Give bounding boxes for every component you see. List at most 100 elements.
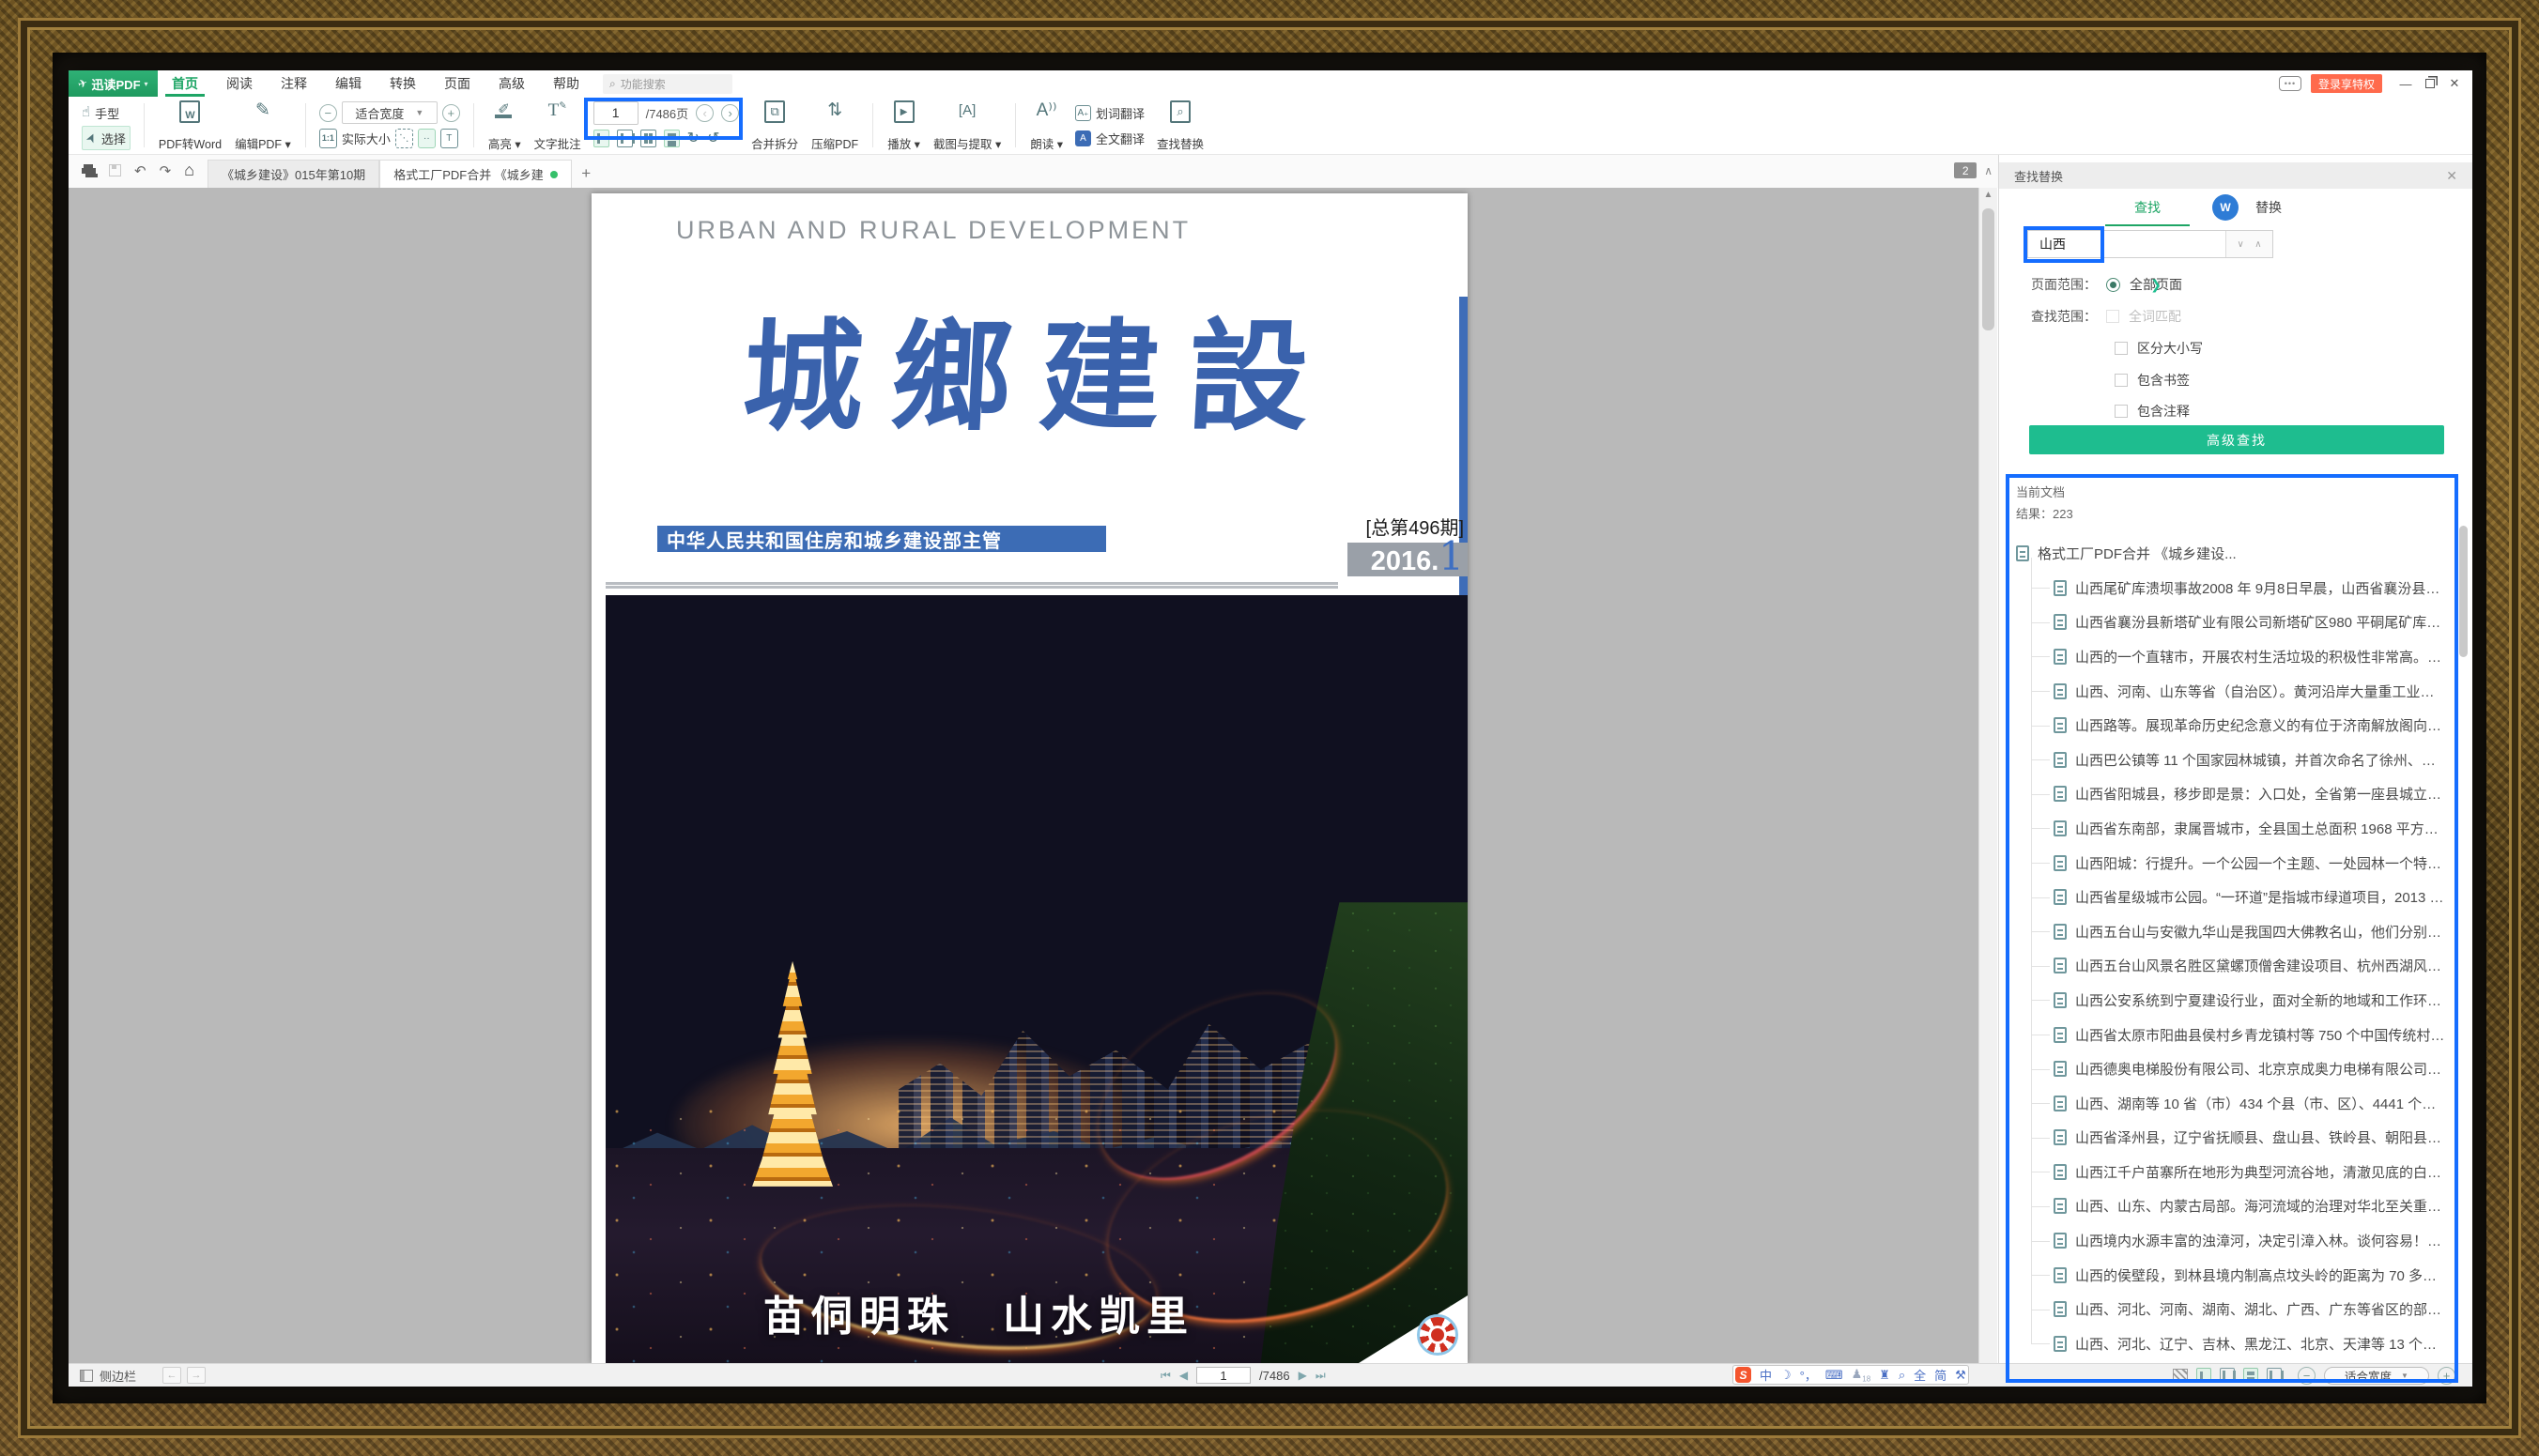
result-item[interactable]: 山西尾矿库溃坝事故2008 年 9月8日早晨，山西省襄汾县新塔矿业有限公...: [2054, 571, 2446, 605]
pdf-to-word-button[interactable]: W PDF转Word: [152, 100, 228, 151]
prev-page-button-status[interactable]: ◀: [1179, 1369, 1188, 1382]
rotate-left-icon[interactable]: ↺: [707, 129, 719, 147]
result-item[interactable]: 山西、湖南等 10 省（市）434 个县（市、区）、4441 个乡（镇）、46.…: [2054, 1086, 2446, 1121]
results-scrollbar-thumb[interactable]: [2459, 526, 2468, 657]
search-next-history-icon[interactable]: ∧: [2254, 239, 2261, 250]
tab-pages[interactable]: 页面: [430, 70, 485, 97]
sidebar-toggle[interactable]: 侧边栏: [80, 1364, 136, 1387]
result-item[interactable]: 山西省太原市阳曲县侯村乡青龙镇村等 750 个中国传统村落列入 2016 ...: [2054, 1018, 2446, 1052]
facing-continuous-view-icon-status[interactable]: [2267, 1368, 2282, 1383]
include-bookmarks-checkbox[interactable]: [2115, 374, 2128, 387]
text-annotation-button[interactable]: T✎ 文字批注: [528, 100, 588, 151]
tab-advanced[interactable]: 高级: [485, 70, 539, 97]
ime-fullwidth-toggle[interactable]: 全: [1914, 1366, 1926, 1384]
ime-moon-icon[interactable]: ☽: [1780, 1368, 1792, 1383]
result-item[interactable]: 山西省阳城县，移步即是景：入口处，全省第一座县城立交桥拔地而起...: [2054, 777, 2446, 812]
new-tab-button[interactable]: +: [572, 164, 600, 188]
home-icon[interactable]: ⌂: [184, 161, 194, 180]
minimize-button[interactable]: —: [2393, 72, 2418, 95]
ime-tools-icon[interactable]: ⚒: [1955, 1368, 1966, 1383]
whole-word-checkbox[interactable]: [2106, 310, 2119, 323]
continuous-scroll-view-icon[interactable]: [664, 130, 680, 147]
last-page-button[interactable]: ⏭: [1316, 1369, 1326, 1383]
hand-tool-button[interactable]: ☝ 手型: [82, 100, 131, 125]
result-item[interactable]: 山西、河南、山东等省（自治区）。黄河沿岸大量重工业项目向河流排放...: [2054, 674, 2446, 709]
login-button[interactable]: 登录享特权: [2311, 74, 2382, 93]
single-page-view-icon[interactable]: [593, 130, 609, 147]
result-item[interactable]: 山西五台山风景名胜区黛螺顶僧舍建设项目、杭州西湖风景名胜区净慈寺...: [2054, 949, 2446, 984]
pdf-to-word-promo-icon[interactable]: W: [2212, 194, 2239, 221]
result-item[interactable]: 山西德奥电梯股份有限公司、北京京成奥力电梯有限公司、唐山金维电梯...: [2054, 1051, 2446, 1086]
actual-size-icon[interactable]: 1:1: [319, 129, 337, 148]
restore-button[interactable]: [2418, 72, 2442, 95]
ime-keyboard-icon[interactable]: ⌨: [1825, 1368, 1843, 1383]
zoom-in-button[interactable]: +: [442, 104, 460, 122]
doc-tab-2[interactable]: 格式工厂PDF合并 《城乡建设...: [379, 160, 572, 188]
ime-search-icon[interactable]: ⌕: [1899, 1368, 1905, 1383]
ime-toolbar[interactable]: S 中 ☽ °， ⌨ ♟18 ♜ ⌕ 全 简 ⚒: [1732, 1365, 1969, 1385]
result-item[interactable]: 山西江千户苗寨所在地形为典型河流谷地，清澈见底的白水河穿寨而过，...: [2054, 1155, 2446, 1189]
result-item[interactable]: 山西阳城：行提升。一个公园一个主题、一处园林一个特色，不断提高公...: [2054, 846, 2446, 881]
advanced-search-button[interactable]: 高级查找: [2029, 425, 2444, 454]
result-item[interactable]: 山西的一个直辖市，开展农村生活垃圾的积极性非常高。提出五年要完成...: [2054, 639, 2446, 674]
zoom-out-button[interactable]: −: [319, 104, 337, 122]
continuous-view-icon-status[interactable]: [2243, 1368, 2258, 1383]
fulltext-translate-button[interactable]: A 全文翻译: [1075, 126, 1145, 150]
panel-tab-find[interactable]: 查找: [2105, 189, 2190, 226]
result-item[interactable]: 山西路等。展现革命历史纪念意义的有位于济南解放阁向东的解放路。还...: [2054, 708, 2446, 743]
collapse-ribbon-button[interactable]: ∧: [1984, 164, 1993, 177]
zoom-level-dropdown-status[interactable]: 适合宽度 ▼: [2324, 1367, 2429, 1385]
grid-view-icon[interactable]: [640, 130, 656, 147]
viewer-scrollbar[interactable]: ▲: [1978, 188, 1997, 1363]
rotate-right-icon[interactable]: ↻: [687, 129, 700, 147]
compress-pdf-button[interactable]: ⇅ 压缩PDF: [805, 100, 865, 151]
search-prev-history-icon[interactable]: ∨: [2237, 239, 2243, 250]
word-translate-button[interactable]: A₊ 划词翻译: [1075, 100, 1145, 125]
status-page-input[interactable]: [1196, 1367, 1251, 1384]
play-button[interactable]: ▶ 播放 ▾: [881, 100, 927, 151]
zoom-out-button-status[interactable]: −: [2298, 1367, 2316, 1385]
case-sensitive-checkbox[interactable]: [2115, 342, 2128, 355]
undo-icon[interactable]: ↶: [134, 162, 146, 179]
save-icon[interactable]: [109, 164, 121, 176]
prev-page-button[interactable]: ‹: [696, 104, 714, 122]
ime-person-icon[interactable]: ♟18: [1852, 1367, 1871, 1384]
facing-pages-view-icon[interactable]: [617, 130, 633, 147]
result-tree-root[interactable]: 格式工厂PDF合并 《城乡建设...: [2016, 536, 2446, 571]
result-item[interactable]: 山西公安系统到宁夏建设行业，面对全新的地域和工作环境，尤其是面对...: [2054, 983, 2446, 1018]
next-page-button[interactable]: ›: [721, 104, 739, 122]
zoom-level-dropdown[interactable]: 适合宽度 ▼: [342, 101, 438, 124]
result-item[interactable]: 山西五台山与安徽九华山是我国四大佛教名山，他们分别是普贤菩萨、观...: [2054, 914, 2446, 949]
scroll-up-arrow[interactable]: ▲: [1979, 190, 1997, 200]
merge-split-button[interactable]: ⧉ 合并拆分: [745, 100, 805, 151]
page-range-chevron-icon[interactable]: ❯: [2150, 277, 2162, 293]
ime-skin-icon[interactable]: ♜: [1879, 1368, 1890, 1383]
redo-icon[interactable]: ↷: [160, 162, 172, 179]
result-item[interactable]: 山西巴公镇等 11 个国家园林城镇，并首次命名了徐州、苏州、昆山、寿...: [2054, 743, 2446, 777]
first-page-button[interactable]: ⏮: [1161, 1369, 1171, 1383]
tab-convert[interactable]: 转换: [376, 70, 430, 97]
all-pages-radio[interactable]: [2106, 278, 2120, 292]
result-item[interactable]: 山西省泽州县，辽宁省抚顺县、盘山县、铁岭县、朝阳县，河南省许昌县...: [2054, 1121, 2446, 1156]
ime-punctuation-icon[interactable]: °，: [1800, 1366, 1817, 1384]
zoom-in-button-status[interactable]: +: [2438, 1367, 2455, 1385]
app-menu-button[interactable]: ✈ 迅读PDF ▾: [69, 70, 158, 97]
result-item[interactable]: 山西省东南部，隶属晋城市，全县国土总面积 1968 平方公里，总耕地 5...: [2054, 811, 2446, 846]
tab-edit[interactable]: 编辑: [321, 70, 376, 97]
panel-close-icon[interactable]: ✕: [2446, 168, 2457, 184]
ime-logo-icon[interactable]: S: [1735, 1367, 1751, 1383]
single-page-view-icon-status[interactable]: [2196, 1368, 2211, 1383]
tab-read[interactable]: 阅读: [212, 70, 267, 97]
highlight-button[interactable]: ✐ 高亮 ▾: [482, 100, 528, 151]
tab-home[interactable]: 首页: [158, 70, 212, 97]
edit-pdf-button[interactable]: ✎ 编辑PDF ▾: [228, 100, 298, 151]
feedback-icon[interactable]: •••: [2279, 76, 2301, 91]
scrollbar-thumb[interactable]: [1982, 208, 1994, 330]
print-icon[interactable]: [82, 164, 96, 176]
result-item[interactable]: 山西的侯壁段，到林县境内制高点坟头岭的距离为 70 多公里，落差只有 ...: [2054, 1258, 2446, 1293]
marquee-zoom-icon[interactable]: ⋱: [395, 129, 413, 148]
next-page-button-status[interactable]: ▶: [1299, 1369, 1307, 1382]
loupe-icon[interactable]: ··: [418, 129, 436, 148]
screenshot-extract-button[interactable]: [A] 截图与提取 ▾: [927, 100, 1008, 151]
select-tool-button[interactable]: ➤ 选择: [82, 126, 131, 150]
